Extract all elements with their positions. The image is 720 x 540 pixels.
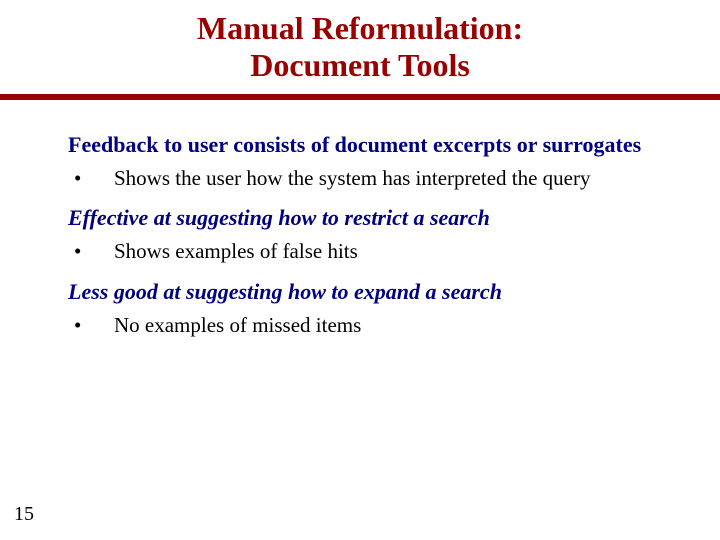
bullet-item: • Shows the user how the system has inte… [68,165,680,191]
section-heading: Less good at suggesting how to expand a … [68,279,680,304]
bullet-marker: • [68,238,114,264]
slide-body: Feedback to user consists of document ex… [0,100,720,339]
bullet-text: Shows the user how the system has interp… [114,165,680,191]
section-heading: Feedback to user consists of document ex… [68,132,680,157]
bullet-item: • No examples of missed items [68,312,680,338]
page-number: 15 [14,503,34,526]
title-line-1: Manual Reformulation: [0,10,720,47]
bullet-marker: • [68,312,114,338]
bullet-item: • Shows examples of false hits [68,238,680,264]
slide-title: Manual Reformulation: Document Tools [0,0,720,84]
section-heading: Effective at suggesting how to restrict … [68,205,680,230]
bullet-text: No examples of missed items [114,312,680,338]
bullet-marker: • [68,165,114,191]
title-line-2: Document Tools [0,47,720,84]
bullet-text: Shows examples of false hits [114,238,680,264]
slide: Manual Reformulation: Document Tools Fee… [0,0,720,540]
